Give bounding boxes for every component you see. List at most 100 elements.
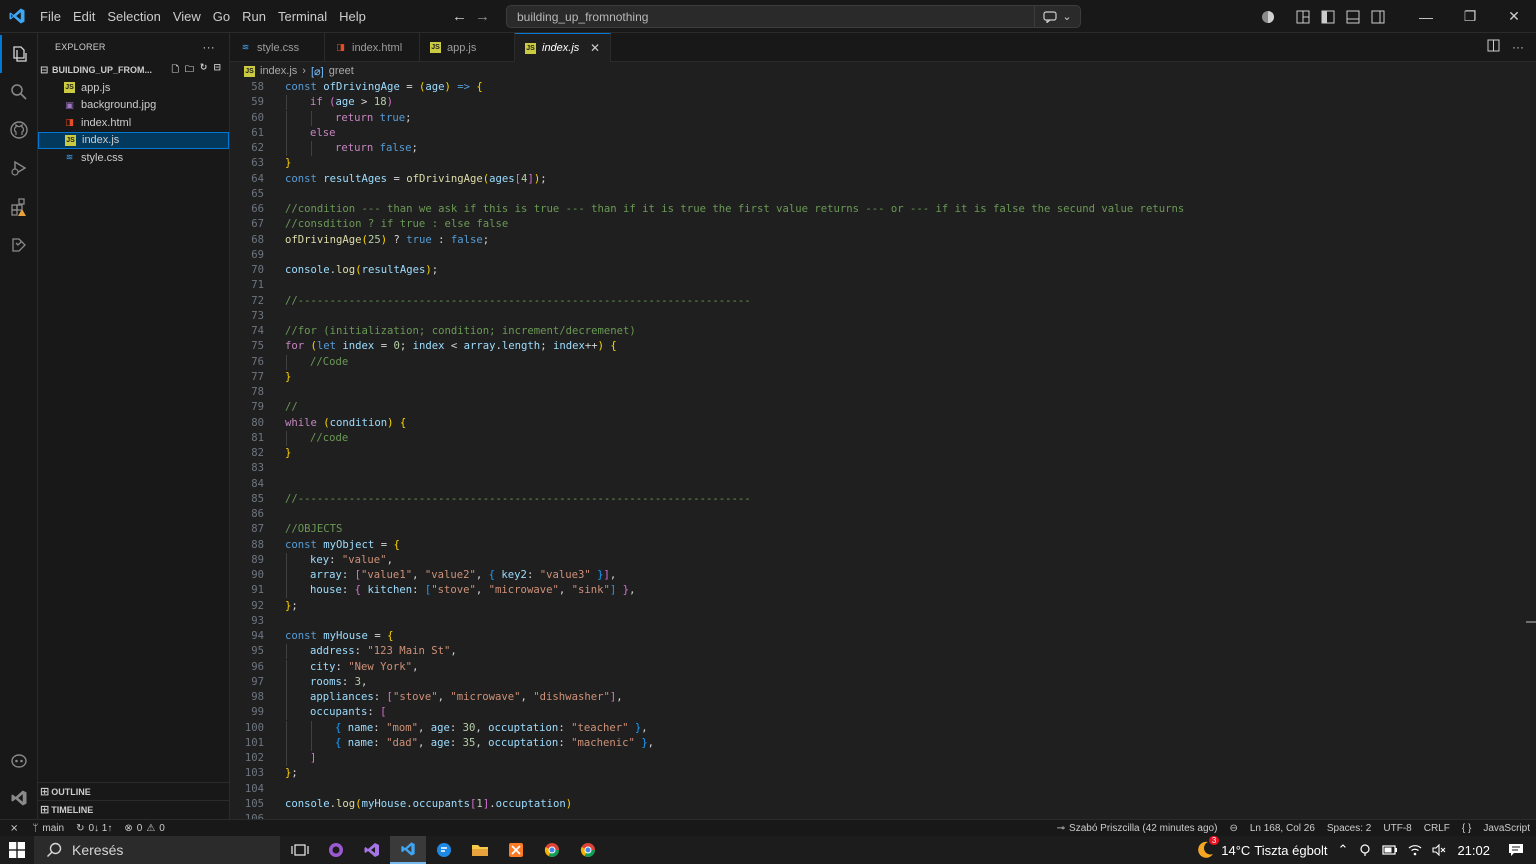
- split-editor-icon[interactable]: [1487, 39, 1500, 55]
- file-encoding[interactable]: UTF-8: [1377, 820, 1417, 837]
- file-item[interactable]: JS index.js: [38, 131, 229, 149]
- code-line: 64 const resultAges = ofDrivingAge(ages[4…: [230, 172, 1410, 187]
- code-token: ?: [387, 233, 407, 246]
- new-file-icon[interactable]: 🗋: [172, 62, 179, 78]
- menu-help[interactable]: Help: [333, 0, 372, 33]
- weather-widget[interactable]: 3 14°C Tiszta égbolt: [1190, 836, 1332, 860]
- explorer-icon[interactable]: [0, 35, 38, 73]
- new-folder-icon[interactable]: 🗀: [185, 62, 194, 78]
- code-token: ): [386, 96, 393, 109]
- task-view-icon[interactable]: [282, 836, 318, 864]
- toggle-secondary-sidebar-icon[interactable]: [1365, 0, 1390, 33]
- project-folder[interactable]: ⊟ BUILDING_UP_FROM... 🗋 🗀 ↻ ⊟: [38, 61, 229, 79]
- github-desktop-icon[interactable]: [318, 836, 354, 864]
- sync-indicator[interactable]: ↻ 0↓ 1↑: [70, 820, 118, 837]
- indentation[interactable]: Spaces: 2: [1321, 820, 1377, 837]
- line-number: 98: [251, 691, 264, 703]
- meet-now-icon[interactable]: [1353, 843, 1377, 857]
- github-icon[interactable]: [0, 111, 38, 149]
- code-editor[interactable]: 58 const ofDrivingAge = (age) => {59 if (a…: [230, 80, 1536, 819]
- menu-view[interactable]: View: [167, 0, 207, 33]
- file-explorer-icon[interactable]: [462, 836, 498, 864]
- code-token: if: [310, 96, 330, 109]
- close-tab-icon[interactable]: ✕: [590, 41, 600, 55]
- xampp-icon[interactable]: [498, 836, 534, 864]
- file-item[interactable]: ≋ style.css: [38, 149, 229, 167]
- language-mode[interactable]: JavaScript: [1477, 820, 1536, 837]
- problems-indicator[interactable]: ⊗ 0 ⚠ 0: [118, 820, 170, 837]
- code-token: ;: [399, 340, 413, 353]
- code-token: <: [444, 340, 464, 353]
- code-token: 25: [367, 233, 381, 246]
- tab-app-js[interactable]: JS app.js: [420, 33, 515, 62]
- cursor-position[interactable]: Ln 168, Col 26: [1244, 820, 1321, 837]
- chrome-icon[interactable]: [534, 836, 570, 864]
- show-hidden-icons[interactable]: ⌃: [1333, 842, 1354, 858]
- clock[interactable]: 21:02: [1451, 843, 1504, 858]
- git-blame[interactable]: ⊸ Szabó Priszcilla (42 minutes ago): [1051, 820, 1224, 837]
- minimize-button[interactable]: —: [1404, 0, 1448, 33]
- copilot-chat-button[interactable]: ⌄: [1034, 6, 1080, 27]
- language-braces-icon[interactable]: { }: [1456, 820, 1477, 837]
- timeline-section[interactable]: ⊞ TIMELINE: [38, 800, 230, 818]
- search-icon[interactable]: [0, 73, 38, 111]
- accounts-icon[interactable]: [1255, 0, 1280, 33]
- extensions-icon[interactable]: [0, 188, 38, 226]
- outline-section[interactable]: ⊞ OUTLINE: [38, 782, 230, 800]
- tab-index-html[interactable]: ◨ index.html: [325, 33, 420, 62]
- chrome-profile-icon[interactable]: [570, 836, 606, 864]
- run-debug-icon[interactable]: [0, 149, 38, 187]
- code-line: 80 while (condition) {: [230, 416, 1410, 431]
- breadcrumb-symbol[interactable]: greet: [329, 65, 354, 77]
- menu-terminal[interactable]: Terminal: [272, 0, 333, 33]
- menu-edit[interactable]: Edit: [67, 0, 101, 33]
- code-line: 87 //OBJECTS: [230, 522, 1410, 537]
- back-arrow-icon[interactable]: ←: [452, 8, 467, 25]
- forward-arrow-icon[interactable]: →: [475, 8, 490, 25]
- toggle-panel-icon[interactable]: [1340, 0, 1365, 33]
- menu-file[interactable]: File: [34, 0, 67, 33]
- refresh-icon[interactable]: ↻: [200, 62, 208, 78]
- command-center[interactable]: building_up_fromnothing ⌄: [506, 5, 1081, 28]
- taskbar-search[interactable]: Keresés: [34, 836, 280, 864]
- collapse-all-icon[interactable]: ⊟: [213, 62, 221, 78]
- line-number: 99: [251, 706, 264, 719]
- more-actions-icon[interactable]: ···: [1512, 40, 1524, 54]
- tab-index-js[interactable]: JS index.js ✕: [515, 33, 611, 62]
- line-number: 66: [251, 203, 264, 215]
- vscode-icon[interactable]: [0, 779, 38, 817]
- start-button[interactable]: [0, 836, 34, 864]
- file-item[interactable]: ▣ background.jpg: [38, 97, 229, 115]
- end-of-line[interactable]: CRLF: [1418, 820, 1456, 837]
- remote-indicator[interactable]: ⨯: [0, 820, 26, 837]
- more-actions-icon[interactable]: ···: [202, 40, 215, 54]
- copilot-icon[interactable]: [0, 741, 38, 779]
- customize-layout-icon[interactable]: [1290, 0, 1315, 33]
- wifi-icon[interactable]: [1403, 844, 1427, 856]
- zoom-indicator[interactable]: ⊖: [1223, 820, 1243, 837]
- menu-bar: File Edit Selection View Go Run Terminal…: [34, 0, 372, 33]
- visual-studio-icon[interactable]: [354, 836, 390, 864]
- line-number: 80: [251, 416, 264, 429]
- menu-run[interactable]: Run: [236, 0, 272, 33]
- close-button[interactable]: ✕: [1492, 0, 1536, 33]
- branch-indicator[interactable]: ᛘ main: [26, 820, 70, 837]
- file-item[interactable]: ◨ index.html: [38, 114, 229, 132]
- breadcrumb-file[interactable]: index.js: [260, 65, 297, 77]
- file-item[interactable]: JS app.js: [38, 79, 229, 97]
- battery-icon[interactable]: [1377, 844, 1403, 856]
- toggle-primary-sidebar-icon[interactable]: [1315, 0, 1340, 33]
- code-token: resultAges: [361, 264, 426, 276]
- scrollbar-marker[interactable]: [1526, 621, 1536, 623]
- vscode-taskbar-icon[interactable]: [390, 836, 426, 864]
- messenger-icon[interactable]: [426, 836, 462, 864]
- code-line: 96 city: "New York",: [230, 659, 1410, 675]
- notifications-icon[interactable]: [1504, 843, 1536, 857]
- menu-go[interactable]: Go: [207, 0, 236, 33]
- restore-button[interactable]: ❐: [1448, 0, 1492, 33]
- tab-style-css[interactable]: ≋ style.css: [230, 33, 325, 62]
- line-number: 88: [251, 538, 264, 551]
- menu-selection[interactable]: Selection: [101, 0, 166, 33]
- volume-muted-icon[interactable]: [1427, 844, 1451, 856]
- testing-icon[interactable]: [0, 226, 38, 264]
